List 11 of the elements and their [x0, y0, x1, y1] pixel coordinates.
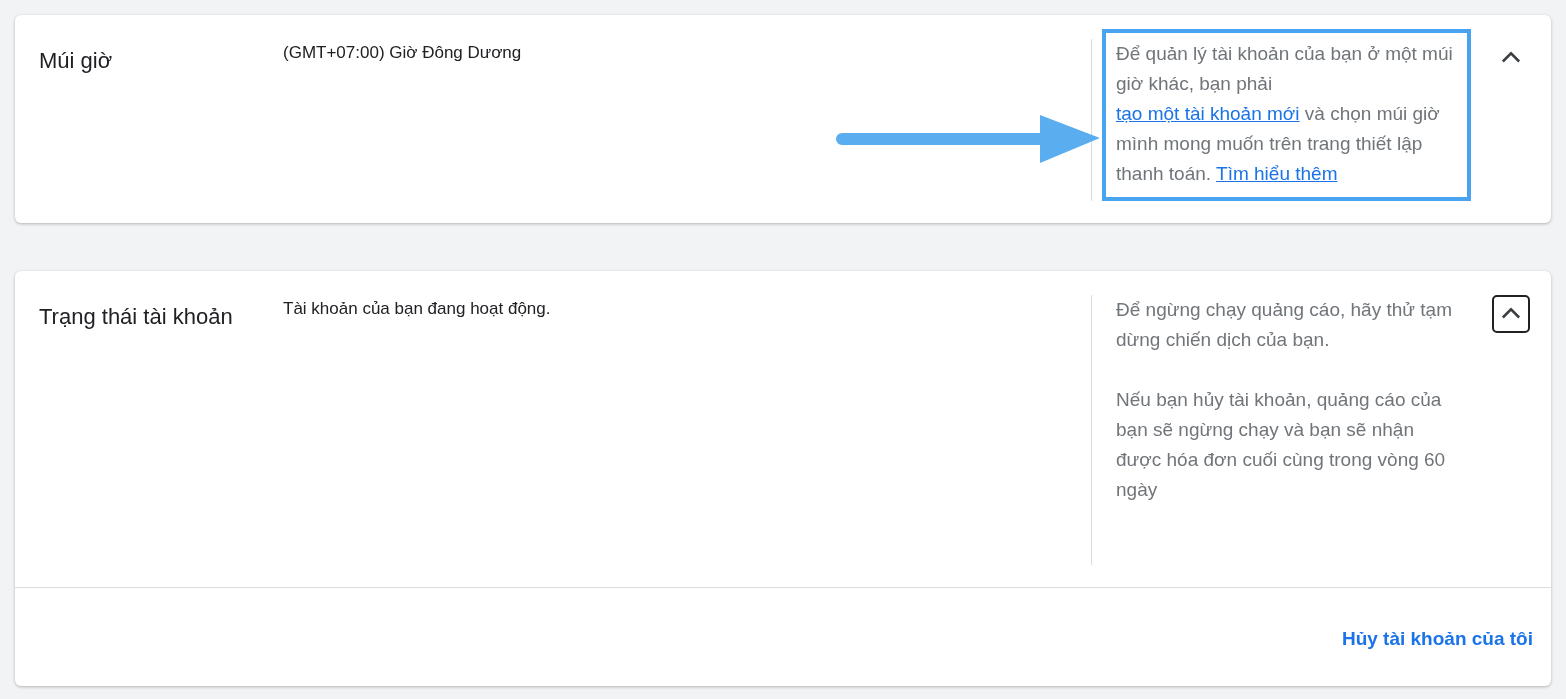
help-link[interactable]: tạo một tài khoản mới	[1116, 103, 1300, 124]
help-link[interactable]: Tìm hiểu thêm	[1216, 163, 1338, 184]
cancel-account-link[interactable]: Hủy tài khoản của tôi	[1341, 628, 1533, 650]
help-text: Nếu bạn hủy tài khoản, quảng cáo của bạn sẽ ngừng chạy và bạn sẽ nhận được hóa đơn cuối cùng trong vòng 60 ngày	[1116, 388, 1447, 502]
section-value: (GMT+07:00) Giờ Đông Dương	[283, 42, 523, 64]
section-title: Múi giờ	[39, 47, 114, 75]
help-text: Để quản lý tài khoản của bạn ở một múi giờ khác, bạn phải tạo một tài khoản mới và chọn múi giờ mình mong muốn trên trang thiết lập thanh toán. Tìm hiểu thêm	[1116, 42, 1454, 186]
section-value: Tài khoản của bạn đang hoạt động.	[283, 298, 552, 320]
section-title: Trạng thái tài khoản	[39, 303, 234, 331]
collapse-button[interactable]	[1492, 295, 1530, 333]
help-text: Để ngừng chạy quảng cáo, hãy thử tạm dừng chiến dịch của bạn.	[1116, 298, 1453, 352]
